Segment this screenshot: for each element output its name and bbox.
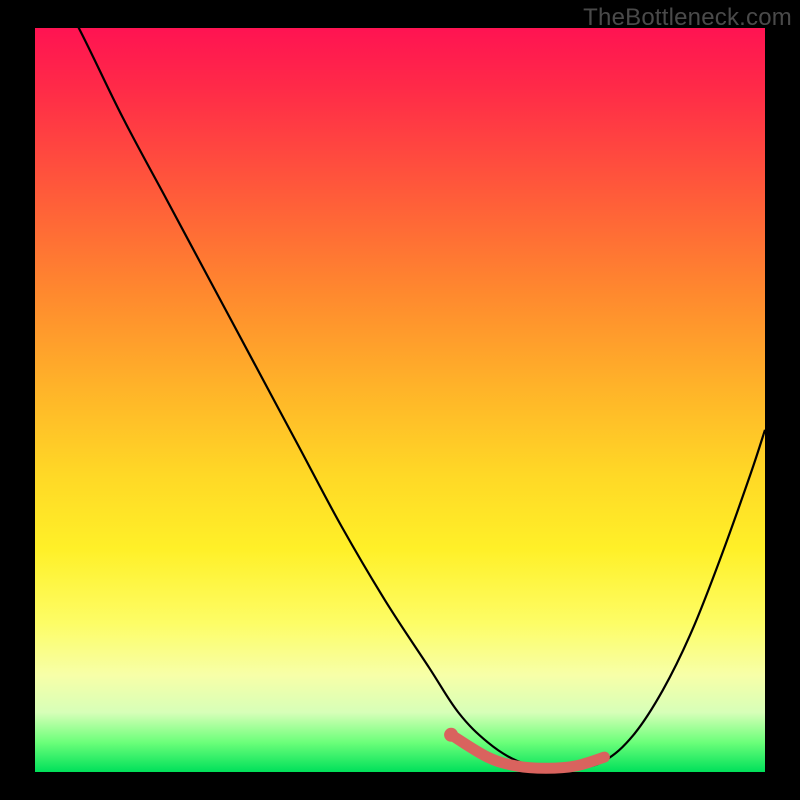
chart-frame: TheBottleneck.com [0,0,800,800]
bottleneck-curve [35,0,765,769]
bottleneck-curve-svg [35,28,765,772]
plot-area [35,28,765,772]
highlight-segment [451,735,604,769]
highlight-start-dot [444,728,458,742]
